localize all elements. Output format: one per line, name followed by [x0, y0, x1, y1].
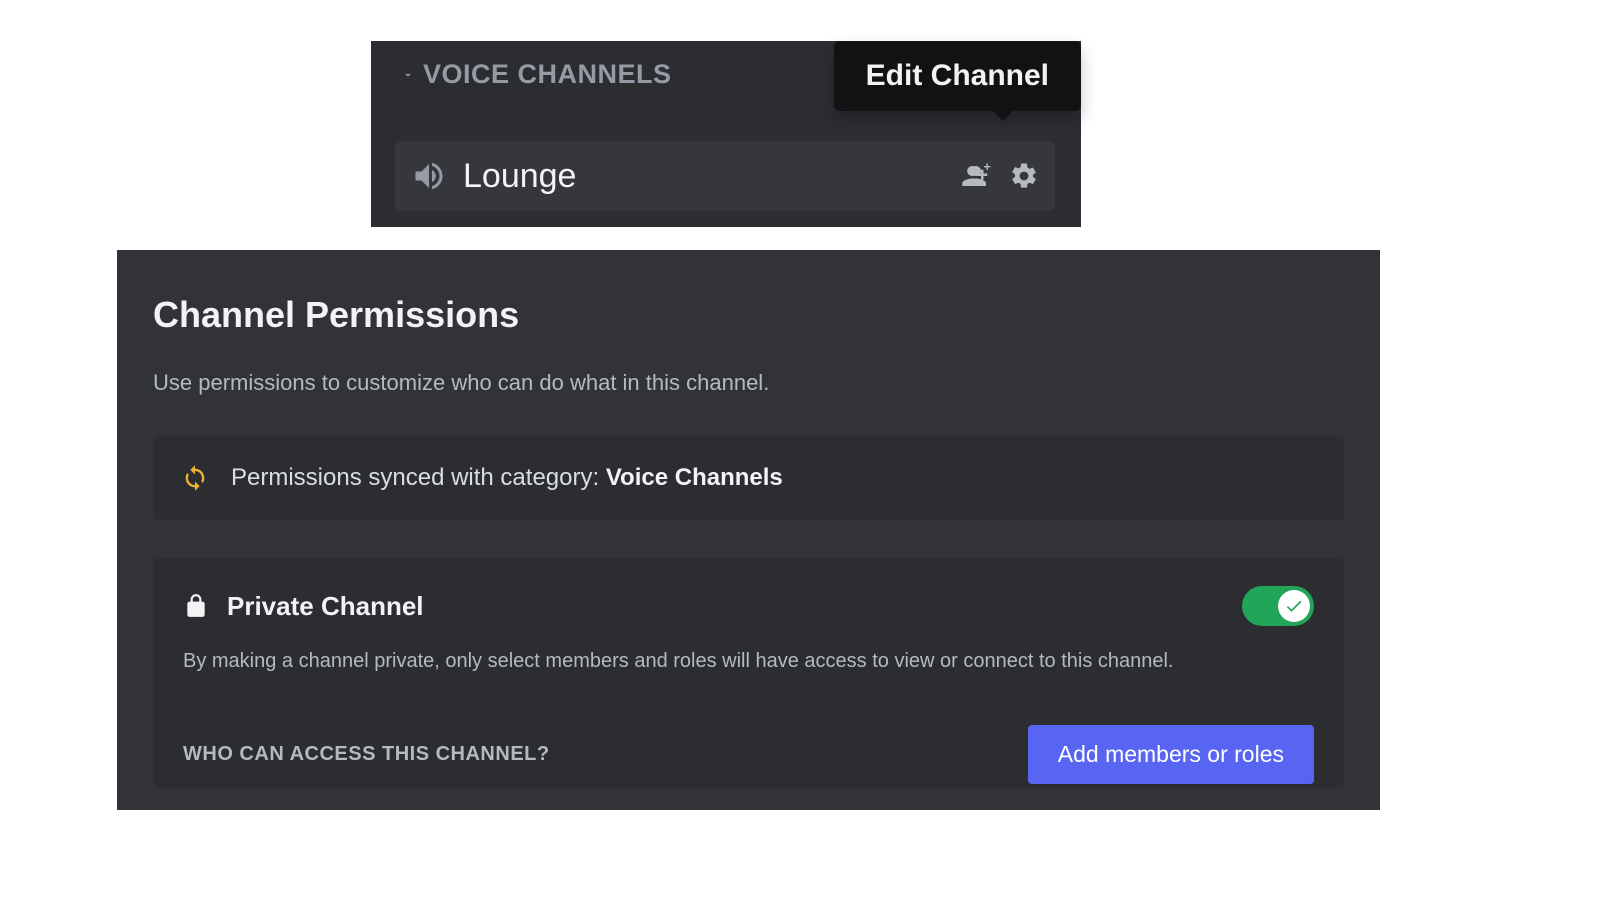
sync-text-prefix: Permissions synced with category: — [231, 464, 606, 491]
permissions-sync-bar: Permissions synced with category: Voice … — [153, 436, 1344, 520]
tooltip-label: Edit Channel — [866, 59, 1049, 92]
private-channel-card: Private Channel By making a channel priv… — [153, 558, 1344, 788]
private-channel-description: By making a channel private, only select… — [183, 648, 1314, 675]
sync-icon — [181, 464, 209, 492]
voice-channel-name: Lounge — [463, 157, 945, 196]
toggle-knob — [1278, 590, 1310, 622]
channel-category-label: VOICE CHANNELS — [423, 59, 672, 90]
gear-icon[interactable] — [1009, 161, 1039, 191]
channel-action-group: + — [961, 161, 1039, 191]
sync-text-category: Voice Channels — [606, 464, 783, 491]
access-row: WHO CAN ACCESS THIS CHANNEL? Add members… — [183, 725, 1314, 784]
sync-text: Permissions synced with category: Voice … — [231, 464, 783, 492]
private-channel-toggle[interactable] — [1242, 586, 1314, 626]
permissions-title: Channel Permissions — [153, 294, 1344, 336]
chevron-down-icon — [401, 68, 415, 82]
private-channel-title: Private Channel — [227, 591, 1224, 622]
edit-channel-tooltip: Edit Channel — [834, 41, 1081, 111]
svg-text:+: + — [984, 161, 991, 174]
channel-list-panel: VOICE CHANNELS Lounge + Edit Channel — [371, 41, 1081, 227]
private-channel-header: Private Channel — [183, 586, 1314, 626]
access-label: WHO CAN ACCESS THIS CHANNEL? — [183, 743, 550, 766]
add-members-button[interactable]: Add members or roles — [1028, 725, 1314, 784]
invite-user-icon[interactable]: + — [961, 161, 991, 191]
speaker-icon — [411, 158, 447, 194]
voice-channel-row[interactable]: Lounge + — [395, 141, 1055, 211]
lock-icon — [183, 593, 209, 619]
check-icon — [1284, 596, 1304, 616]
channel-permissions-panel: Channel Permissions Use permissions to c… — [117, 250, 1380, 810]
permissions-subtitle: Use permissions to customize who can do … — [153, 370, 1344, 396]
